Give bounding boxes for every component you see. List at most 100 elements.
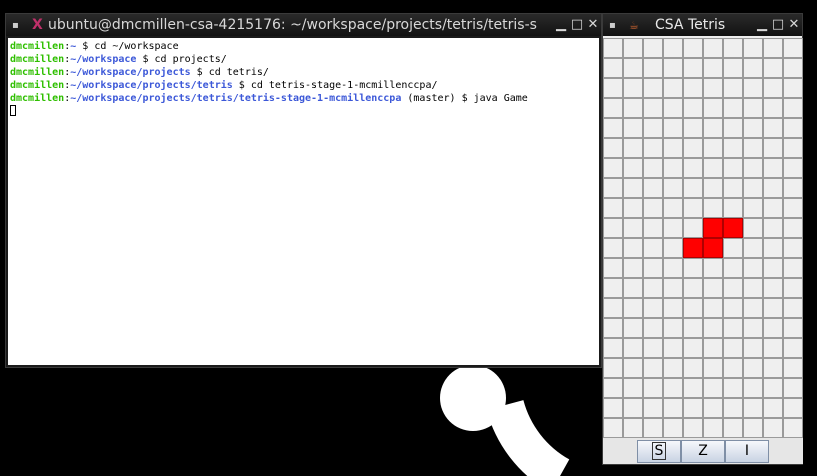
tetris-cell	[783, 158, 803, 178]
tetris-cell	[783, 338, 803, 358]
tetris-cell	[603, 378, 623, 398]
tetris-cell	[623, 318, 643, 338]
terminal-titlebar[interactable]: ▪ X ubuntu@dmcmillen-csa-4215176: ~/work…	[6, 14, 601, 36]
tetris-cell	[783, 138, 803, 158]
minimize-icon[interactable]: ▁	[553, 14, 569, 36]
tetris-cell	[663, 358, 683, 378]
tetris-cell	[723, 118, 743, 138]
tetris-cell	[763, 278, 783, 298]
tetris-cell	[783, 178, 803, 198]
tetris-cell	[603, 218, 623, 238]
maximize-icon[interactable]: □	[569, 14, 585, 36]
tetris-cell	[623, 378, 643, 398]
close-icon[interactable]: ✕	[585, 14, 601, 36]
terminal-output[interactable]: dmcmillen:~ $ cd ~/workspace dmcmillen:~/…	[8, 38, 599, 365]
tetris-cell	[723, 298, 743, 318]
minimize-icon[interactable]: ▁	[754, 14, 770, 36]
tetris-cell	[683, 178, 703, 198]
piece-button-i[interactable]: I	[725, 439, 769, 463]
tetris-cell	[703, 298, 723, 318]
tetris-title: CSA Tetris	[655, 17, 726, 33]
tetris-cell	[623, 158, 643, 178]
tetris-cell	[703, 258, 723, 278]
tetris-cell	[643, 298, 663, 318]
tetris-cell	[723, 378, 743, 398]
tetris-cell	[763, 198, 783, 218]
tetris-cell	[723, 178, 743, 198]
tetris-cell	[743, 198, 763, 218]
tetris-cell	[743, 38, 763, 58]
tetris-board[interactable]	[603, 38, 803, 438]
tetris-cell	[783, 118, 803, 138]
prompt-command: cd projects/	[154, 54, 227, 65]
tetris-cell	[763, 338, 783, 358]
prompt-path: ~/workspace/projects	[70, 67, 191, 78]
maximize-icon[interactable]: □	[770, 14, 786, 36]
prompt-command: java Game	[473, 93, 528, 104]
terminal-window[interactable]: ▪ X ubuntu@dmcmillen-csa-4215176: ~/work…	[5, 13, 602, 368]
tetris-cell	[663, 318, 683, 338]
tetris-titlebar[interactable]: ▪ ☕ CSA Tetris ▁ □ ✕	[603, 14, 802, 36]
tetris-cell	[723, 258, 743, 278]
tetris-cell	[703, 78, 723, 98]
tetris-cell	[663, 78, 683, 98]
terminal-x-icon: X	[32, 17, 43, 33]
tetris-cell	[683, 78, 703, 98]
tetris-filled-cell	[703, 238, 723, 258]
tetris-cell	[763, 298, 783, 318]
tetris-cell	[603, 98, 623, 118]
tetris-cell	[643, 398, 663, 418]
prompt-user: dmcmillen	[10, 93, 65, 104]
tetris-cell	[723, 358, 743, 378]
tetris-cell	[743, 178, 763, 198]
tetris-cell	[703, 378, 723, 398]
window-menu-icon[interactable]: ▪	[609, 20, 621, 31]
tetris-cell	[643, 318, 663, 338]
tetris-cell	[703, 118, 723, 138]
tetris-cell	[763, 58, 783, 78]
tetris-cell	[663, 298, 683, 318]
tetris-cell	[763, 378, 783, 398]
terminal-line: dmcmillen:~/workspace/projects $ cd tetr…	[10, 67, 269, 78]
tetris-cell	[763, 418, 783, 438]
tetris-cell	[743, 238, 763, 258]
tetris-cell	[643, 118, 663, 138]
tetris-cell	[783, 258, 803, 278]
terminal-cursor	[10, 105, 16, 116]
tetris-cell	[703, 138, 723, 158]
prompt-path: ~/workspace/projects/tetris	[70, 80, 233, 91]
tetris-cell	[623, 358, 643, 378]
tetris-cell	[743, 218, 763, 238]
tetris-cell	[763, 78, 783, 98]
tetris-cell	[743, 58, 763, 78]
tetris-cell	[603, 158, 623, 178]
tetris-filled-cell	[723, 218, 743, 238]
tetris-cell	[663, 98, 683, 118]
close-icon[interactable]: ✕	[786, 14, 802, 36]
tetris-cell	[603, 358, 623, 378]
tetris-cell	[623, 98, 643, 118]
tetris-cell	[663, 418, 683, 438]
tetris-cell	[663, 138, 683, 158]
tetris-cell	[623, 338, 643, 358]
tetris-cell	[663, 58, 683, 78]
tetris-cell	[623, 178, 643, 198]
tetris-cell	[703, 398, 723, 418]
tetris-cell	[783, 98, 803, 118]
tetris-cell	[603, 338, 623, 358]
tetris-cell	[683, 118, 703, 138]
tetris-cell	[743, 78, 763, 98]
tetris-cell	[623, 298, 643, 318]
tetris-cell	[763, 398, 783, 418]
tetris-cell	[663, 258, 683, 278]
tetris-window[interactable]: ▪ ☕ CSA Tetris ▁ □ ✕ S Z I	[602, 13, 803, 465]
piece-button-z[interactable]: Z	[681, 439, 725, 463]
tetris-cell	[623, 118, 643, 138]
tetris-cell	[683, 278, 703, 298]
tetris-cell	[763, 158, 783, 178]
tetris-cell	[603, 418, 623, 438]
tetris-cell	[783, 198, 803, 218]
window-menu-icon[interactable]: ▪	[12, 20, 24, 31]
tetris-cell	[683, 38, 703, 58]
piece-button-s[interactable]: S	[637, 439, 681, 463]
